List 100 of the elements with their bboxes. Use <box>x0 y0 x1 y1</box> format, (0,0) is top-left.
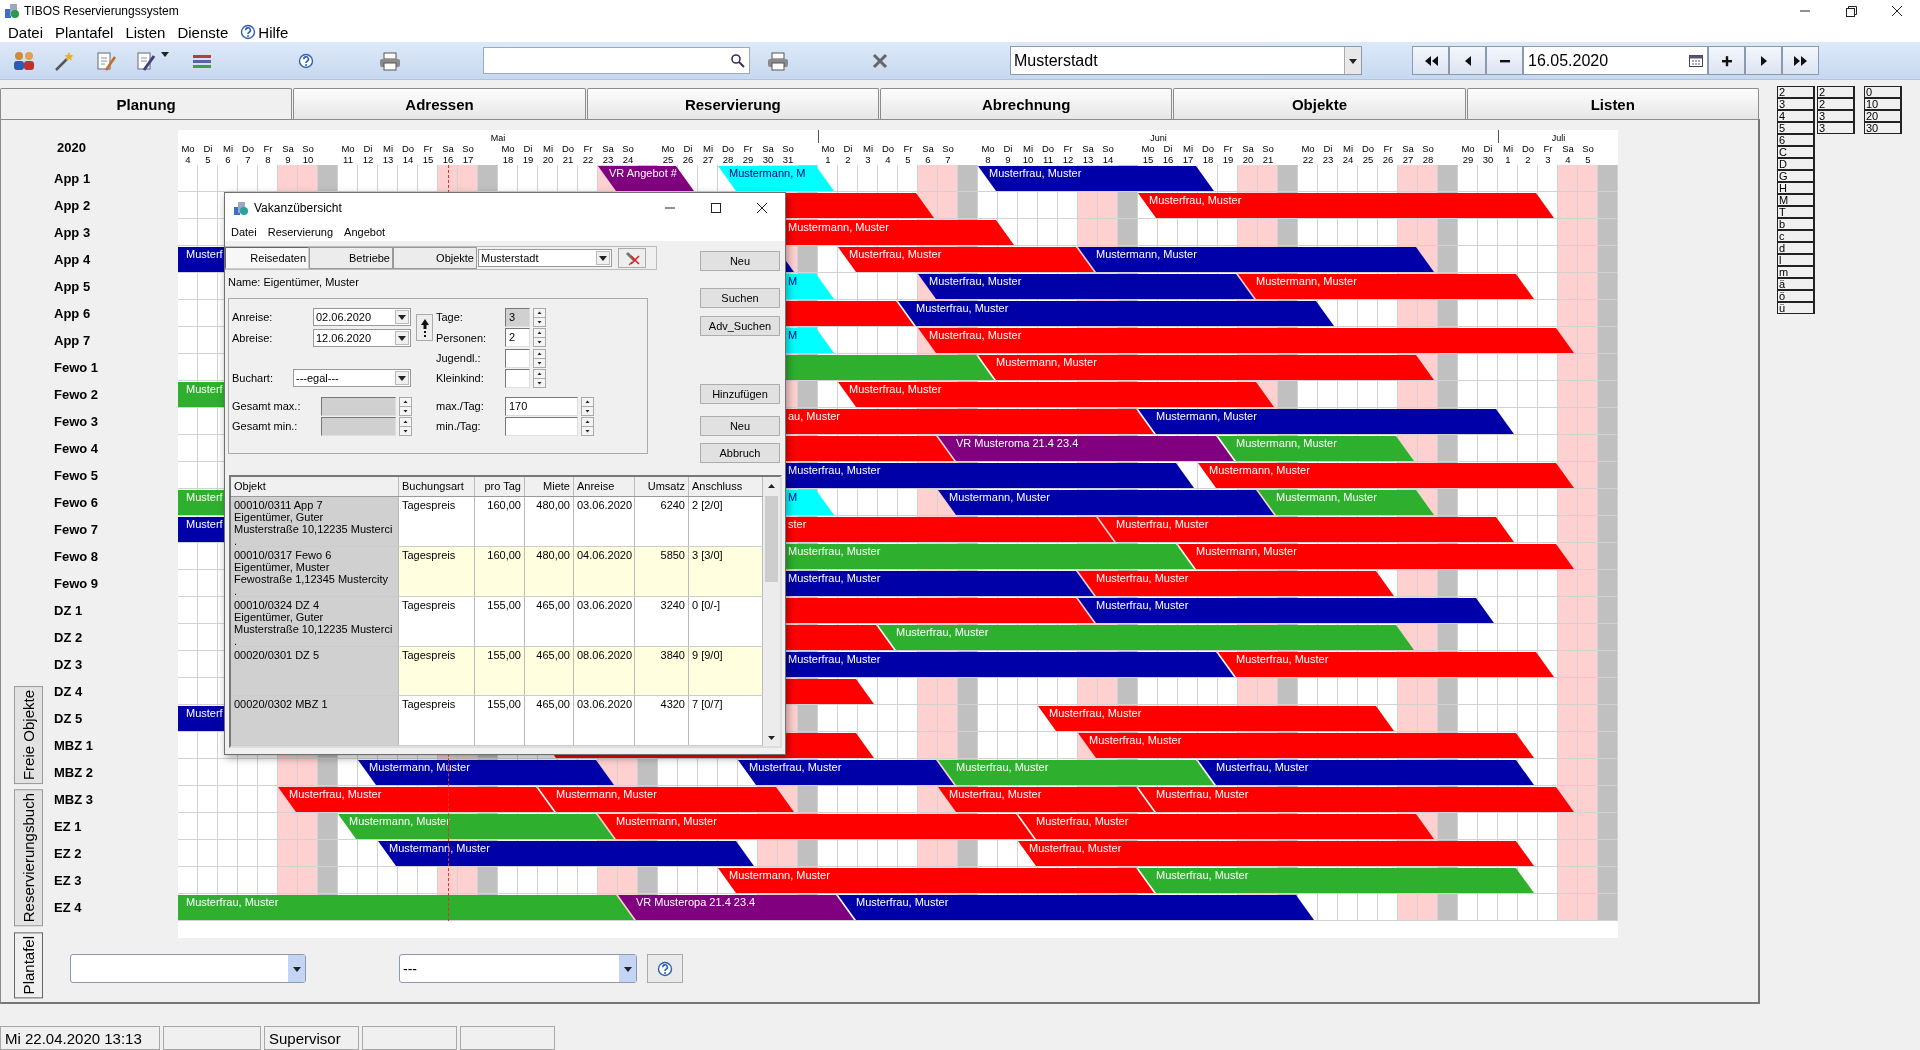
spinner-control[interactable] <box>533 307 546 327</box>
dialog-button[interactable]: Neu <box>700 416 780 436</box>
booking-bar[interactable]: Musterfrau, Muster <box>938 787 1154 812</box>
tab[interactable]: Reservierung <box>586 88 879 119</box>
booking-bar[interactable]: Musterfrau, Muster <box>838 247 1094 272</box>
tab[interactable]: Planung <box>0 88 293 119</box>
help-button[interactable] <box>647 954 683 983</box>
menu-item[interactable]: Reservierung <box>264 226 342 238</box>
booking-bar[interactable]: Musterfrau, Muster <box>1218 652 1554 677</box>
swap-button[interactable] <box>416 314 433 341</box>
menu-item[interactable]: Listen <box>119 23 172 41</box>
location-dropdown[interactable]: Musterstadt <box>1010 46 1362 75</box>
spinner-control[interactable] <box>581 396 594 416</box>
previous-button[interactable] <box>1449 46 1486 75</box>
date-dropdown[interactable]: 02.06.2020 <box>313 308 411 326</box>
booking-type-dropdown[interactable]: ---egal--- <box>293 369 411 387</box>
booking-bar[interactable]: Mustermann, Muster <box>538 787 794 812</box>
tab[interactable]: Adressen <box>293 88 586 119</box>
column-header[interactable]: Miete <box>525 477 574 496</box>
booking-bar[interactable]: Musterfrau, Muster <box>278 787 554 812</box>
tab[interactable]: Reisedaten <box>225 247 309 269</box>
dialog-button[interactable]: Neu <box>700 251 780 271</box>
menu-item[interactable]: Angebot <box>341 226 394 238</box>
tab[interactable]: Betriebe <box>309 247 393 269</box>
dialog-button[interactable]: Suchen <box>700 288 780 308</box>
filter-dropdown[interactable] <box>70 954 306 983</box>
booking-bar[interactable]: Musterfrau, Muster <box>838 895 1314 920</box>
booking-bar[interactable]: Musterfrau, Muster <box>978 166 1214 191</box>
column-header[interactable]: Buchungsart <box>399 477 475 496</box>
input-field[interactable] <box>505 348 530 368</box>
booking-bar[interactable]: VR Angebot # <box>598 166 694 191</box>
menu-item[interactable]: Hilfe <box>234 23 295 41</box>
booking-bar[interactable]: VR Musteroma 21.4 23.4 <box>938 436 1234 461</box>
booking-bar[interactable]: Musterfrau, Muster <box>1198 760 1534 785</box>
scrollbar[interactable] <box>763 477 780 746</box>
scroll-thumb[interactable] <box>765 496 778 582</box>
filter-dropdown[interactable]: --- <box>399 954 637 983</box>
table-row[interactable]: 00020/0302 MBZ 1 Tagespreis 155,00 465,00 03.06.2020 4320 7 [0/7] <box>231 696 763 746</box>
booking-bar[interactable]: Mustermann, Muster <box>598 814 1034 839</box>
date-dropdown[interactable]: 12.06.2020 <box>313 328 411 347</box>
tab[interactable]: Objekte <box>393 247 477 269</box>
booking-bar[interactable]: Musterfrau, Muster <box>918 328 1574 353</box>
printer-icon[interactable] <box>766 49 790 72</box>
input-field[interactable] <box>505 416 578 436</box>
column-header[interactable]: Anreise <box>574 477 635 496</box>
column-header[interactable]: Umsatz <box>635 477 689 496</box>
spinner-control[interactable] <box>399 416 412 436</box>
spinner-control[interactable] <box>533 328 546 347</box>
location-dropdown[interactable]: Musterstadt <box>478 249 612 267</box>
input-field[interactable] <box>505 368 530 388</box>
booking-bar[interactable]: Musterfrau, Muster <box>1038 706 1394 731</box>
note-pen-icon[interactable] <box>134 49 158 72</box>
booking-bar[interactable]: Musterfrau, Muster <box>1138 193 1554 218</box>
printer-icon[interactable] <box>378 49 402 72</box>
search-field[interactable] <box>483 47 750 74</box>
booking-bar[interactable]: Musterfrau, Muster <box>738 760 954 785</box>
table-row[interactable]: 00010/0317 Fewo 6 Eigentümer, Muster Fewostraße 1,12345 Mustercity . Tagespreis 160,00 480,00 04.06.2020 5850 3 [3/0] <box>231 546 763 597</box>
spinner-control[interactable] <box>533 368 546 388</box>
dialog-button[interactable]: Hinzufügen <box>700 384 780 404</box>
column-header[interactable]: pro Tag <box>475 477 525 496</box>
plus-button[interactable] <box>1708 46 1745 75</box>
booking-bar[interactable]: Musterfrau, Muster <box>1018 814 1434 839</box>
booking-bar[interactable]: Musterfrau, Muster <box>1018 841 1534 866</box>
booking-bar[interactable]: Musterfrau, Muster <box>1098 517 1514 542</box>
table-row[interactable]: 00010/0324 DZ 4 Eigentümer, Guter Musterstraße 10,12235 Musterci . Tagespreis 155,00 465,00 03.06.2020 3240 0 [0/-] <box>231 596 763 647</box>
spinner-control[interactable] <box>399 396 412 416</box>
booking-bar[interactable]: Mustermann, Muster <box>378 841 754 866</box>
booking-bar[interactable]: Mustermann, M <box>718 166 834 191</box>
booking-bar[interactable]: Mustermann, Muster <box>1238 274 1534 299</box>
table-row[interactable]: 00010/0311 App 7 Eigentümer, Guter Musterstraße 10,12235 Musterci . Tagespreis 160,00 480,00 03.06.2020 6240 2 [2/0] <box>231 496 763 547</box>
date-field[interactable]: 16.05.2020 <box>1523 46 1708 75</box>
booking-bar[interactable]: Mustermann, Muster <box>1138 409 1514 434</box>
dialog-button[interactable]: Abbruch <box>700 443 780 463</box>
menu-item[interactable]: Dienste <box>171 23 235 41</box>
booking-bar[interactable]: Mustermann, Muster <box>1198 463 1574 488</box>
booking-bar[interactable]: Mustermann, Muster <box>718 868 1154 893</box>
booking-bar[interactable]: Mustermann, Muster <box>978 355 1434 380</box>
next-button[interactable] <box>1745 46 1782 75</box>
dialog-button[interactable]: Adv_Suchen <box>700 316 780 336</box>
booking-bar[interactable]: Musterfrau, Muster <box>1078 598 1494 623</box>
menu-item[interactable]: Plantafel <box>49 23 120 41</box>
booking-bar[interactable]: Musterfrau, Muster <box>1138 787 1574 812</box>
tab[interactable]: Listen <box>1466 88 1759 119</box>
table-row[interactable]: 00020/0301 DZ 5 Tagespreis 155,00 465,00 08.06.2020 3840 9 [9/0] <box>231 646 763 697</box>
side-tab[interactable]: Freie Objekte <box>14 686 43 785</box>
note-icon[interactable] <box>94 49 118 72</box>
first-button[interactable] <box>1412 46 1449 75</box>
booking-bar[interactable]: VR Musteropa 21.4 23.4 <box>618 895 854 920</box>
booking-bar[interactable]: Mustermann, Muster <box>938 490 1274 515</box>
people-icon[interactable] <box>12 49 36 72</box>
tab[interactable]: Abrechnung <box>880 88 1173 119</box>
side-tab[interactable]: Reservierungsbuch <box>14 789 43 927</box>
input-field[interactable]: 2 <box>505 328 530 347</box>
side-tab[interactable]: Plantafel <box>14 931 43 998</box>
menu-item[interactable]: Datei <box>2 23 50 41</box>
clear-button[interactable] <box>618 248 646 268</box>
booking-bar[interactable]: Musterfrau, Muster <box>1078 571 1394 596</box>
booking-bar[interactable]: Mustermann, Muster <box>358 760 614 785</box>
booking-bar[interactable]: Musterfrau, Muster <box>838 382 1274 407</box>
column-header[interactable]: Objekt <box>231 477 399 496</box>
